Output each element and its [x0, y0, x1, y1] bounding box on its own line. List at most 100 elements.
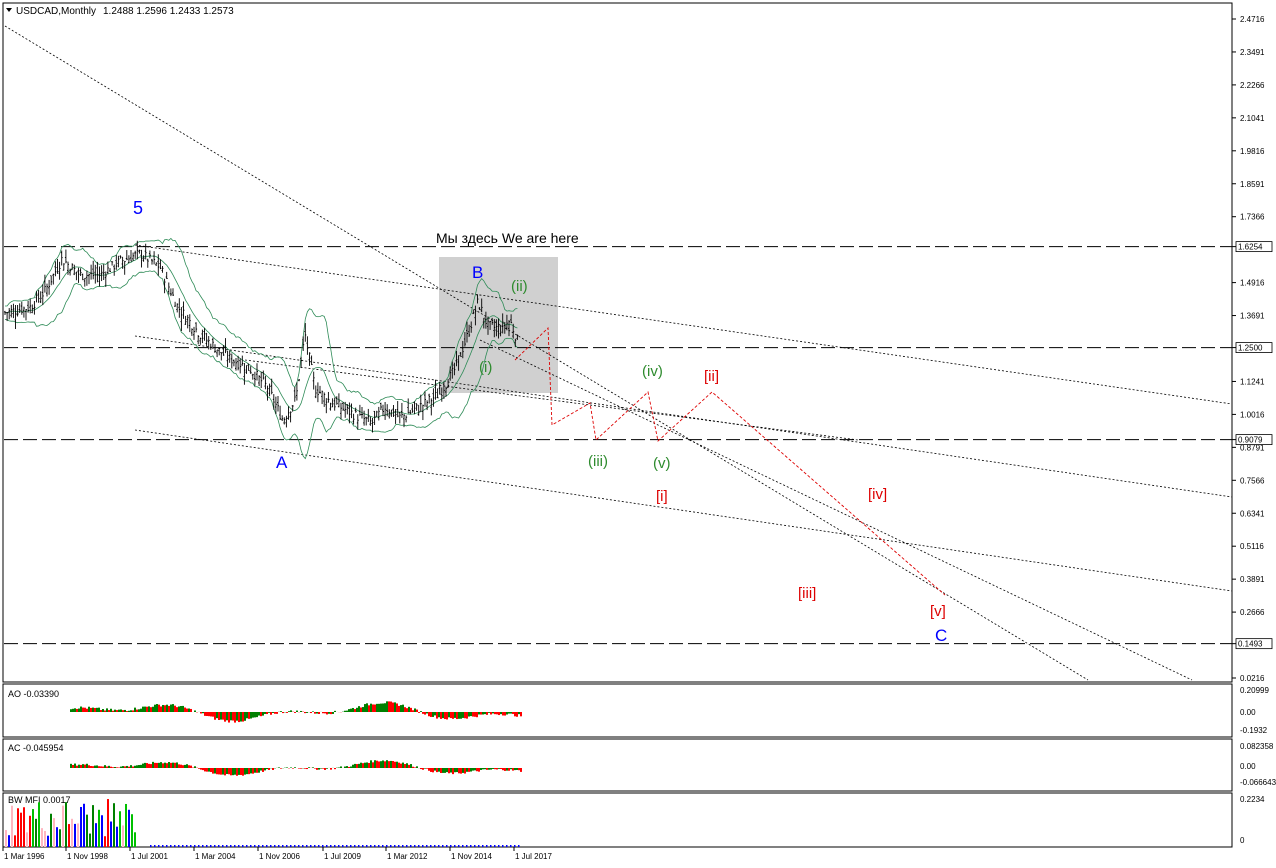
histogram-bar [180, 764, 182, 768]
histogram-bar [496, 768, 498, 770]
histogram-bar [326, 768, 328, 769]
mfi-bar [506, 845, 508, 847]
histogram-bar [208, 768, 210, 772]
histogram-bar [96, 765, 98, 768]
histogram-bar [240, 712, 242, 722]
histogram-bar [426, 712, 428, 714]
mfi-bar [110, 821, 112, 847]
histogram-bar [498, 712, 500, 716]
histogram-bar [320, 768, 322, 769]
histogram-bar [356, 764, 358, 768]
level-tag-label: 0.1493 [1238, 640, 1263, 649]
histogram-bar [428, 768, 430, 771]
histogram-bar [82, 764, 84, 768]
wave-label: [iv] [868, 486, 887, 503]
histogram-bar [274, 712, 276, 714]
histogram-bar [84, 707, 86, 712]
histogram-bar [124, 709, 126, 712]
histogram-bar [138, 765, 140, 768]
mfi-bar [80, 806, 82, 847]
mfi-bar [350, 845, 352, 847]
price-label: 2.1041 [1240, 114, 1265, 123]
histogram-bar [238, 768, 240, 775]
mfi-bar [430, 845, 432, 847]
histogram-bar [440, 768, 442, 774]
histogram-bar [214, 712, 216, 720]
histogram-bar [246, 712, 248, 719]
price-label: 1.7366 [1240, 213, 1265, 222]
time-label: 1 Nov 2006 [259, 852, 300, 861]
histogram-bar [406, 763, 408, 768]
histogram-bar [418, 712, 420, 713]
histogram-bar [504, 768, 506, 771]
mfi-bar [402, 845, 404, 847]
histogram-bar [260, 712, 262, 717]
histogram-bar [190, 708, 192, 712]
histogram-bar [228, 768, 230, 775]
main-pane[interactable] [2, 2, 1233, 683]
ac-scale-top: 0.082358 [1240, 742, 1274, 751]
histogram-bar [470, 768, 472, 772]
bwmfi-pane[interactable] [2, 792, 1233, 848]
histogram-bar [374, 704, 376, 712]
mfi-bar [98, 809, 100, 847]
mfi-bar [382, 845, 384, 847]
histogram-bar [214, 768, 216, 774]
mfi-bar [32, 809, 34, 847]
histogram-bar [152, 761, 154, 768]
histogram-bar [286, 712, 288, 713]
mfi-bar [306, 845, 308, 847]
level-tag-label: 0.9079 [1238, 436, 1263, 445]
histogram-bar [416, 709, 418, 712]
histogram-bar [268, 768, 270, 770]
histogram-bar [76, 765, 78, 768]
histogram-bar [340, 766, 342, 768]
mfi-bar [242, 845, 244, 847]
histogram-bar [474, 712, 476, 717]
histogram-bar [462, 768, 464, 773]
histogram-bar [456, 768, 458, 773]
mfi-bar [83, 803, 85, 847]
histogram-bar [420, 711, 422, 712]
histogram-bar [104, 710, 106, 712]
mfi-bar [71, 818, 73, 847]
wave-label: (iii) [588, 453, 608, 470]
mfi-bar [294, 845, 296, 847]
histogram-bar [156, 762, 158, 768]
histogram-bar [466, 768, 468, 772]
histogram-bar [90, 765, 92, 768]
ao-label: AO -0.03390 [8, 689, 59, 699]
histogram-bar [232, 712, 234, 721]
level-tag-label: 1.2500 [1238, 344, 1263, 353]
histogram-bar [496, 712, 498, 715]
histogram-bar [262, 712, 264, 716]
time-label: 1 Nov 2014 [451, 852, 492, 861]
mfi-bar [330, 845, 332, 847]
histogram-bar [174, 705, 176, 712]
histogram-bar [390, 701, 392, 712]
mfi-bar [166, 845, 168, 847]
histogram-bar [256, 768, 258, 773]
histogram-bar [132, 710, 134, 712]
ao-scale-top: 0.20999 [1240, 686, 1269, 695]
histogram-bar [386, 701, 388, 712]
histogram-bar [216, 768, 218, 775]
histogram-bar [250, 712, 252, 719]
histogram-bar [254, 768, 256, 773]
mfi-bar [234, 845, 236, 847]
histogram-bar [464, 712, 466, 719]
histogram-bar [512, 712, 514, 714]
histogram-bar [74, 763, 76, 768]
histogram-bar [448, 768, 450, 774]
price-label: 0.3891 [1240, 575, 1265, 584]
histogram-bar [456, 712, 458, 720]
wave-label: A [276, 453, 288, 472]
histogram-bar [266, 712, 268, 715]
mfi-bar [418, 845, 420, 847]
histogram-bar [364, 704, 366, 712]
mfi-bar [386, 845, 388, 847]
histogram-bar [384, 703, 386, 712]
histogram-bar [468, 712, 470, 717]
wave-label: (i) [479, 359, 492, 376]
histogram-bar [236, 712, 238, 721]
